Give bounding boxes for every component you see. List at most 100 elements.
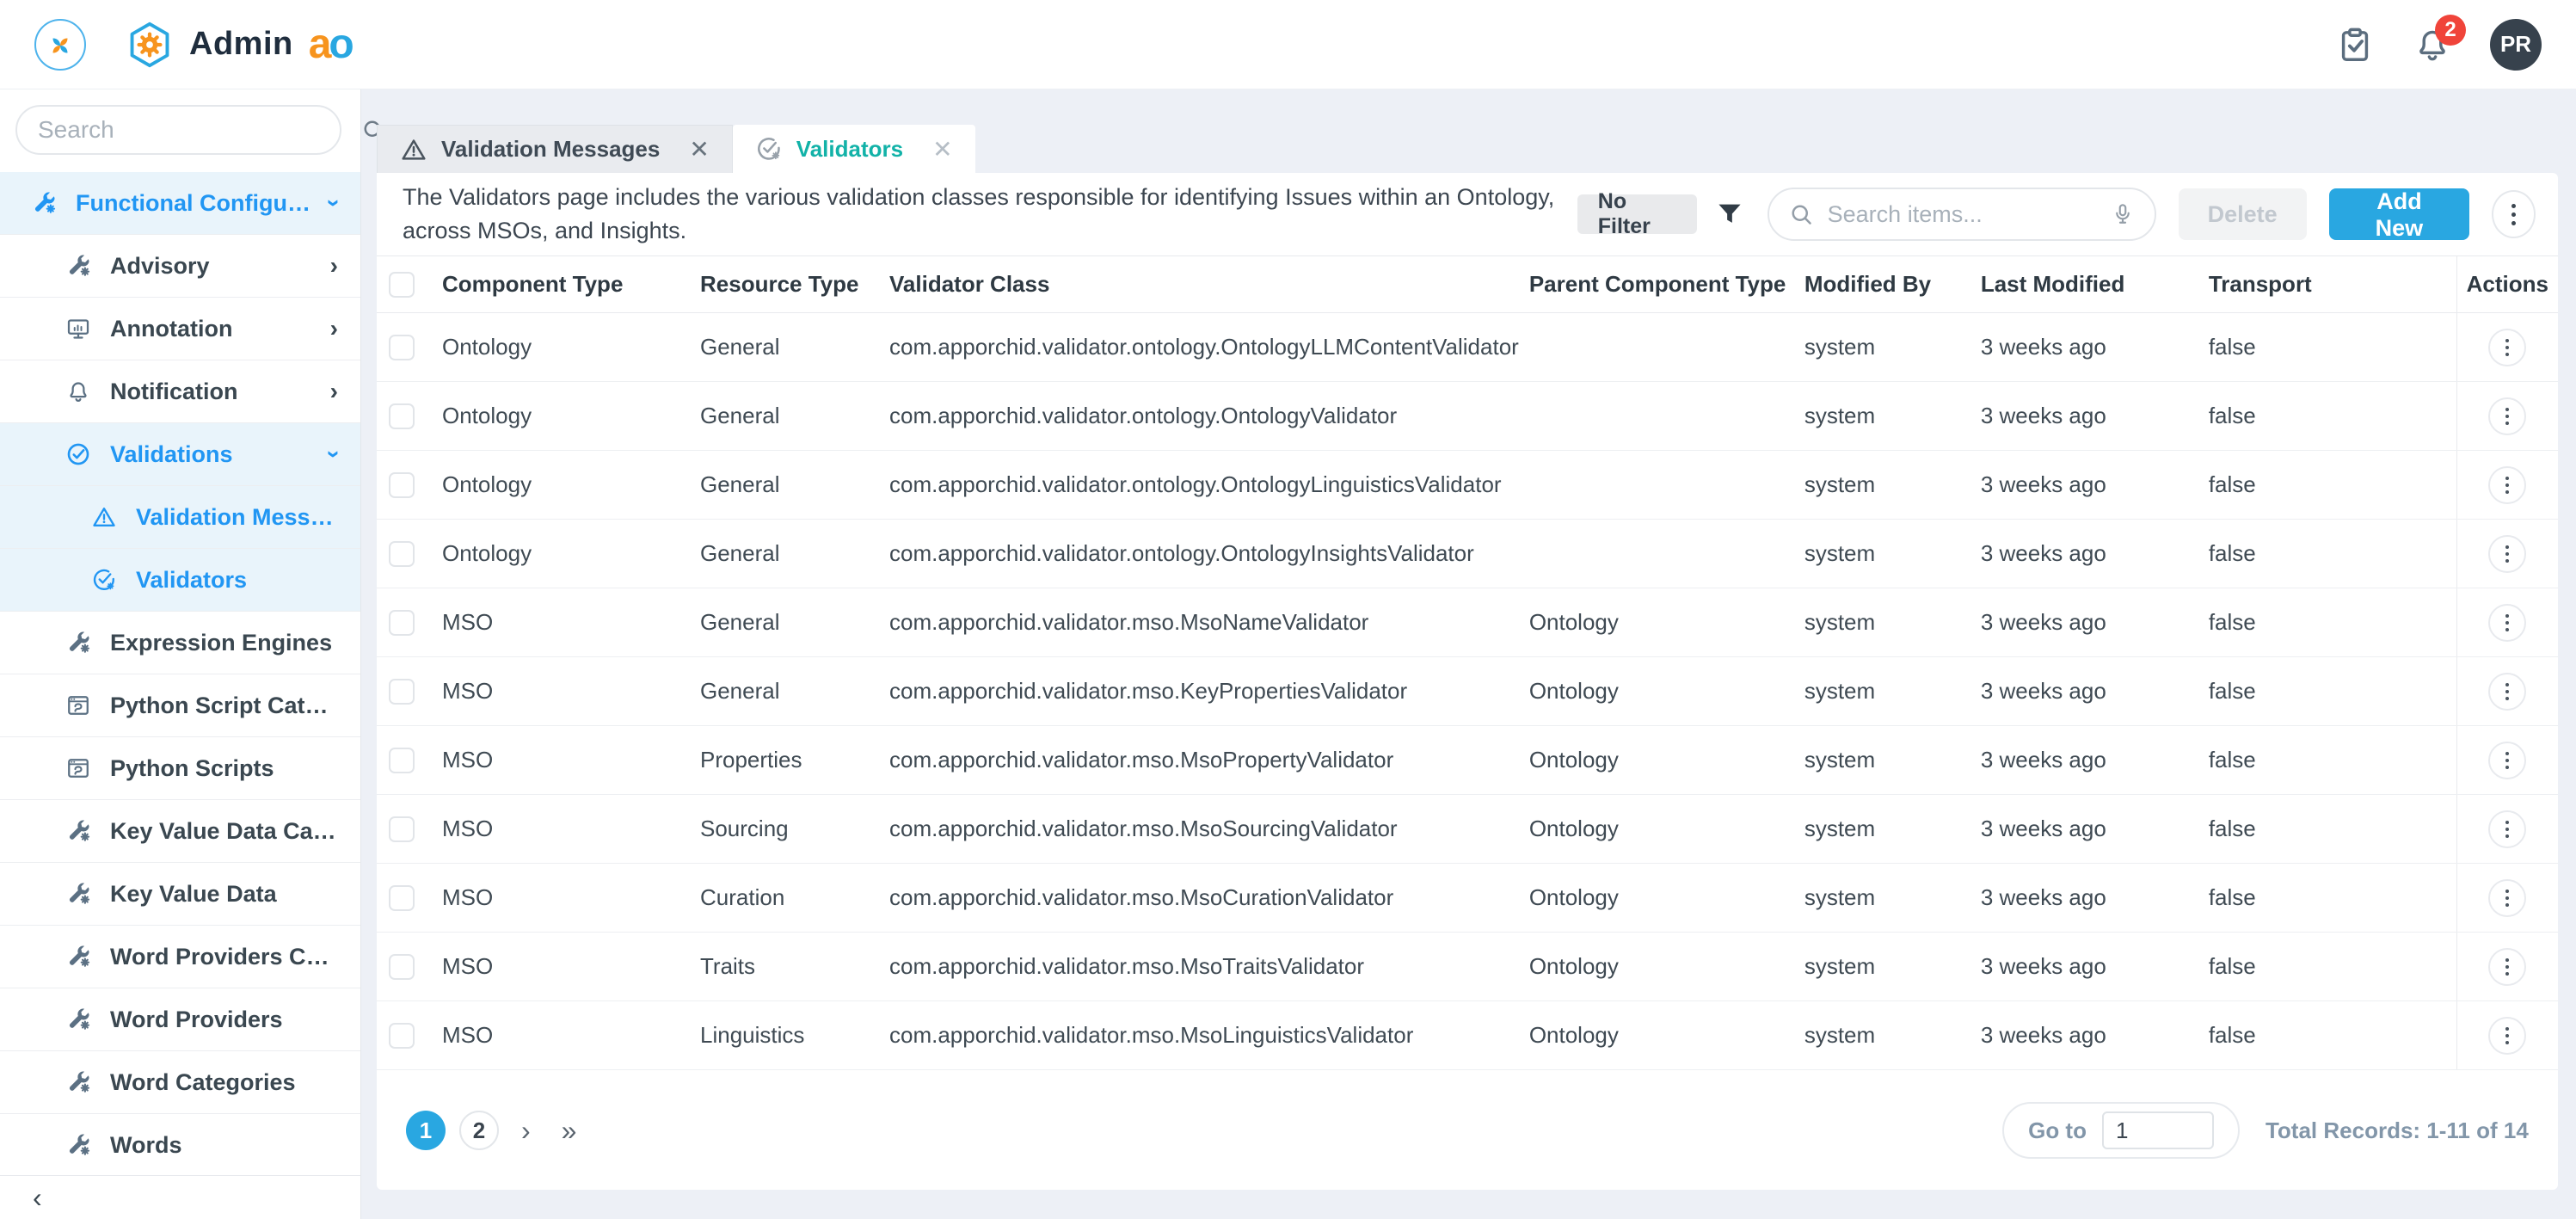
sidebar-item-word-categories[interactable]: Word Categories	[0, 1051, 360, 1114]
cell-modified-by: system	[1794, 609, 1970, 636]
sidebar-item-key-value-data-categories[interactable]: Key Value Data Cat...	[0, 800, 360, 863]
row-checkbox[interactable]	[389, 885, 415, 911]
kebab-icon	[2505, 614, 2509, 631]
sidebar-item-word-providers[interactable]: Word Providers	[0, 988, 360, 1051]
row-actions-button[interactable]	[2488, 397, 2526, 435]
close-icon[interactable]: ✕	[932, 135, 952, 163]
row-checkbox[interactable]	[389, 403, 415, 429]
cell-last-modified: 3 weeks ago	[1970, 540, 2198, 567]
column-header-parent-component-type[interactable]: Parent Component Type	[1519, 271, 1794, 298]
sidebar-item-notification[interactable]: Notification ›	[0, 360, 360, 423]
sidebar-item-validators[interactable]: Validators	[0, 549, 360, 612]
row-actions-button[interactable]	[2488, 673, 2526, 711]
column-header-last-modified[interactable]: Last Modified	[1970, 271, 2198, 298]
cell-validator-class: com.apporchid.validator.mso.MsoNameValid…	[879, 609, 1519, 636]
cell-modified-by: system	[1794, 403, 1970, 429]
cell-parent-component-type: Ontology	[1519, 609, 1794, 636]
user-avatar[interactable]: PR	[2490, 19, 2542, 71]
wrench-gear-icon	[65, 881, 91, 907]
cell-modified-by: system	[1794, 678, 1970, 705]
check-circle-icon	[65, 441, 91, 467]
tab-validation-messages[interactable]: Validation Messages ✕	[377, 125, 733, 173]
sidebar-search-input[interactable]	[38, 116, 348, 144]
top-header: Admin ao 2 PR	[0, 0, 2576, 89]
sidebar-item-functional-configuration[interactable]: Functional Configurati... ›	[0, 172, 360, 235]
row-checkbox[interactable]	[389, 954, 415, 980]
next-page-icon[interactable]: ›	[513, 1117, 539, 1144]
add-new-button[interactable]: Add New	[2329, 188, 2470, 240]
cell-modified-by: system	[1794, 884, 1970, 911]
cell-resource-type: General	[690, 540, 879, 567]
cell-resource-type: General	[690, 471, 879, 498]
wrench-gear-icon	[65, 818, 91, 844]
select-all-checkbox[interactable]	[389, 272, 415, 298]
row-checkbox[interactable]	[389, 816, 415, 842]
tab-validators[interactable]: Validators ✕	[733, 125, 975, 173]
row-actions-button[interactable]	[2488, 1017, 2526, 1055]
cell-validator-class: com.apporchid.validator.ontology.Ontolog…	[879, 334, 1519, 360]
sidebar-item-validation-messages[interactable]: Validation Messages	[0, 486, 360, 549]
delete-button[interactable]: Delete	[2179, 188, 2307, 240]
cell-component-type: MSO	[432, 678, 690, 705]
column-header-validator-class[interactable]: Validator Class	[879, 271, 1519, 298]
cell-component-type: MSO	[432, 747, 690, 773]
more-options-button[interactable]	[2492, 190, 2536, 238]
row-checkbox[interactable]	[389, 335, 415, 360]
microphone-icon[interactable]	[2110, 201, 2136, 227]
wrench-gear-icon	[65, 253, 91, 279]
row-actions-button[interactable]	[2488, 535, 2526, 573]
row-actions-button[interactable]	[2488, 742, 2526, 779]
row-checkbox[interactable]	[389, 1023, 415, 1049]
sidebar-item-word-providers-categories[interactable]: Word Providers Cat...	[0, 926, 360, 988]
kebab-icon	[2505, 683, 2509, 700]
row-actions-button[interactable]	[2488, 810, 2526, 848]
tab-label: Validators	[796, 136, 903, 163]
goto-page-input[interactable]	[2102, 1111, 2214, 1149]
wrench-gear-icon	[65, 1069, 91, 1095]
table-row: Ontology General com.apporchid.validator…	[377, 313, 2558, 382]
sidebar-item-python-scripts[interactable]: Python Scripts	[0, 737, 360, 800]
column-header-modified-by[interactable]: Modified By	[1794, 271, 1970, 298]
sidebar-item-python-script-categories[interactable]: Python Script Categ...	[0, 674, 360, 737]
cell-last-modified: 3 weeks ago	[1970, 747, 2198, 773]
row-checkbox[interactable]	[389, 679, 415, 705]
row-actions-button[interactable]	[2488, 948, 2526, 986]
tasks-clipboard-icon[interactable]	[2335, 25, 2375, 65]
column-header-component-type[interactable]: Component Type	[432, 271, 690, 298]
last-page-icon[interactable]: »	[553, 1117, 586, 1144]
sidebar-item-expression-engines[interactable]: Expression Engines	[0, 612, 360, 674]
column-header-resource-type[interactable]: Resource Type	[690, 271, 879, 298]
cell-parent-component-type: Ontology	[1519, 816, 1794, 842]
sidebar-item-validations[interactable]: Validations ›	[0, 423, 360, 486]
row-actions-button[interactable]	[2488, 329, 2526, 366]
column-header-transport[interactable]: Transport	[2198, 271, 2456, 298]
row-checkbox[interactable]	[389, 610, 415, 636]
notifications-bell-icon[interactable]: 2	[2413, 25, 2452, 65]
filter-funnel-icon[interactable]	[1714, 199, 1745, 230]
items-search-input[interactable]	[1828, 201, 2096, 228]
wrench-gear-icon	[65, 1132, 91, 1158]
cell-last-modified: 3 weeks ago	[1970, 403, 2198, 429]
row-checkbox[interactable]	[389, 541, 415, 567]
sidebar-item-key-value-data[interactable]: Key Value Data	[0, 863, 360, 926]
row-actions-button[interactable]	[2488, 604, 2526, 642]
cell-component-type: MSO	[432, 816, 690, 842]
filter-chip[interactable]: No Filter	[1577, 194, 1697, 234]
close-icon[interactable]: ✕	[689, 135, 709, 163]
row-checkbox[interactable]	[389, 472, 415, 498]
app-launcher-button[interactable]	[34, 19, 86, 71]
row-actions-button[interactable]	[2488, 466, 2526, 504]
cell-validator-class: com.apporchid.validator.ontology.Ontolog…	[879, 540, 1519, 567]
row-actions-button[interactable]	[2488, 879, 2526, 917]
sidebar-collapse-button[interactable]: ‹	[0, 1175, 360, 1219]
table-header: Component Type Resource Type Validator C…	[377, 256, 2558, 313]
sidebar-item-words[interactable]: Words	[0, 1114, 360, 1175]
items-search	[1768, 188, 2156, 241]
row-checkbox[interactable]	[389, 748, 415, 773]
table-row: MSO Properties com.apporchid.validator.m…	[377, 726, 2558, 795]
sidebar-item-annotation[interactable]: Annotation ›	[0, 298, 360, 360]
page-button-2[interactable]: 2	[459, 1111, 499, 1150]
sidebar-item-advisory[interactable]: Advisory ›	[0, 235, 360, 298]
cell-resource-type: General	[690, 609, 879, 636]
page-button-1[interactable]: 1	[406, 1111, 446, 1150]
